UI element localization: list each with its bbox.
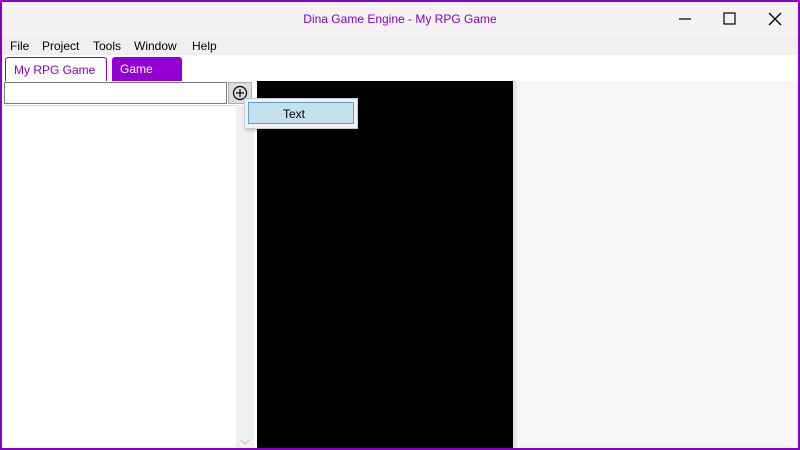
context-menu-gutter [249,103,275,123]
menu-file[interactable]: File [10,39,29,53]
vertical-scrollbar[interactable] [236,105,254,448]
menu-project[interactable]: Project [42,39,79,53]
menu-bar: File Project Tools Window Help [2,36,798,55]
search-input[interactable] [4,82,227,104]
minimize-icon [679,18,691,20]
close-button[interactable] [752,2,798,36]
tab-my-rpg-game[interactable]: My RPG Game [5,57,107,81]
context-menu: Text [244,98,358,129]
maximize-icon [723,12,736,25]
menu-tools[interactable]: Tools [93,39,121,53]
game-viewport[interactable] [257,81,513,448]
tab-game[interactable]: Game [112,57,182,81]
close-icon [768,12,782,26]
context-menu-item-text[interactable]: Text [248,102,354,124]
menu-window[interactable]: Window [134,39,177,53]
chevron-down-icon[interactable] [240,438,250,446]
menu-help[interactable]: Help [192,39,217,53]
panel-divider [4,105,256,106]
minimize-button[interactable] [662,2,708,36]
context-menu-item-label: Text [283,107,306,121]
title-bar[interactable]: Dina Game Engine - My RPG Game [2,2,798,36]
tab-bar: My RPG Game Game [2,55,798,83]
right-panel [517,81,798,448]
left-panel [2,81,256,448]
maximize-button[interactable] [706,2,752,36]
app-window: Dina Game Engine - My RPG Game File Proj… [0,0,800,450]
